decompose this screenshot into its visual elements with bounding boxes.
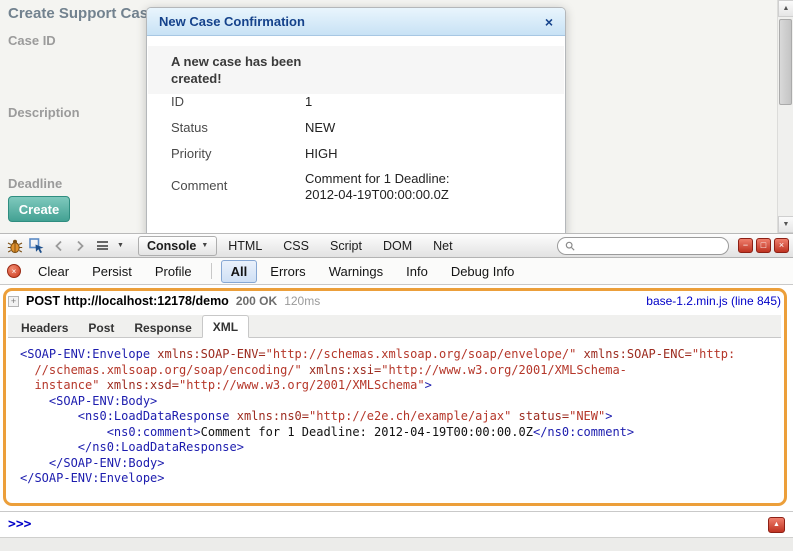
filter-all-button[interactable]: All bbox=[221, 260, 258, 283]
chevron-left-icon bbox=[54, 240, 63, 252]
net-request-row[interactable]: + POST http://localhost:12178/demo 200 O… bbox=[8, 292, 781, 310]
tab-dom[interactable]: DOM bbox=[373, 236, 422, 256]
chevron-right-icon bbox=[76, 240, 85, 252]
panel-dropdown-button[interactable]: ▼ bbox=[114, 236, 127, 256]
new-case-dialog: New Case Confirmation × A new case has b… bbox=[146, 7, 566, 233]
priority-value: HIGH bbox=[305, 146, 338, 162]
tab-console-label: Console bbox=[147, 239, 196, 253]
comment-value: Comment for 1 Deadline: 2012-04-19T00:00… bbox=[305, 171, 465, 203]
page-scrollbar: ▲ ▼ bbox=[777, 0, 793, 233]
tab-script[interactable]: Script bbox=[320, 236, 372, 256]
profile-button[interactable]: Profile bbox=[145, 260, 202, 283]
tab-console[interactable]: Console ▼ bbox=[138, 236, 217, 256]
request-status: 200 OK bbox=[236, 294, 277, 308]
scroll-up-icon[interactable]: ▲ bbox=[778, 0, 793, 17]
filter-warnings-button[interactable]: Warnings bbox=[319, 260, 393, 283]
command-prompt: >>> bbox=[8, 517, 31, 532]
priority-label: Priority bbox=[171, 146, 211, 161]
tab-css[interactable]: CSS bbox=[273, 236, 319, 256]
id-label: ID bbox=[171, 94, 184, 109]
firebug-toolbar: ▼ Console ▼ HTML CSS Script DOM Net − □ … bbox=[0, 233, 793, 258]
tab-html[interactable]: HTML bbox=[218, 236, 272, 256]
status-value: NEW bbox=[305, 120, 335, 136]
hamburger-icon bbox=[97, 241, 108, 250]
firebug-bug-icon bbox=[7, 238, 23, 254]
firebug-minimize-button[interactable]: − bbox=[738, 238, 753, 253]
scroll-down-icon[interactable]: ▼ bbox=[778, 216, 793, 233]
toolbar-separator bbox=[211, 263, 212, 279]
id-value: 1 bbox=[305, 94, 312, 110]
status-label: Status bbox=[171, 120, 208, 135]
page-title: Create Support Case bbox=[8, 5, 156, 22]
request-title: POST http://localhost:12178/demo bbox=[26, 294, 229, 308]
search-icon bbox=[565, 240, 575, 252]
browser-content: Create Support Case Case ID Description … bbox=[0, 0, 793, 551]
status-bar bbox=[0, 537, 793, 551]
net-detail-tabs: Headers Post Response XML bbox=[8, 315, 781, 338]
caret-down-icon: ▼ bbox=[201, 242, 208, 249]
case-id-label: Case ID bbox=[8, 33, 56, 48]
page-background: Create Support Case Case ID Description … bbox=[0, 0, 793, 233]
filter-info-button[interactable]: Info bbox=[396, 260, 438, 283]
request-time: 120ms bbox=[284, 294, 320, 308]
open-command-editor-button[interactable]: ▲ bbox=[768, 517, 785, 533]
dialog-title: New Case Confirmation bbox=[159, 14, 545, 29]
comment-label: Comment bbox=[171, 178, 227, 193]
caret-down-icon: ▼ bbox=[117, 242, 124, 249]
inspect-button[interactable] bbox=[26, 236, 47, 256]
inspect-icon bbox=[29, 238, 45, 254]
console-panel: + POST http://localhost:12178/demo 200 O… bbox=[0, 285, 793, 511]
filter-errors-button[interactable]: Errors bbox=[260, 260, 315, 283]
dialog-message: A new case has been created! bbox=[171, 53, 303, 87]
persist-button[interactable]: Persist bbox=[82, 260, 142, 283]
search-input[interactable] bbox=[579, 239, 721, 253]
expander-icon[interactable]: + bbox=[8, 296, 19, 307]
clear-button[interactable]: Clear bbox=[28, 260, 79, 283]
command-input[interactable] bbox=[39, 518, 760, 532]
dialog-header: New Case Confirmation × bbox=[147, 8, 565, 36]
back-button[interactable] bbox=[48, 236, 69, 256]
net-tab-headers[interactable]: Headers bbox=[11, 317, 78, 338]
firebug-menu-button[interactable] bbox=[4, 236, 25, 256]
console-filter-toolbar: × Clear Persist Profile All Errors Warni… bbox=[0, 258, 793, 285]
firebug-detach-button[interactable]: □ bbox=[756, 238, 771, 253]
deadline-label: Deadline bbox=[8, 176, 62, 191]
scrollbar-thumb[interactable] bbox=[779, 19, 792, 105]
create-button[interactable]: Create bbox=[8, 196, 70, 222]
source-link[interactable]: base-1.2.min.js (line 845) bbox=[646, 294, 781, 308]
command-line-bar: >>> ▲ bbox=[0, 511, 793, 537]
xml-code: <SOAP-ENV:Envelope xmlns:SOAP-ENV="http:… bbox=[20, 347, 783, 487]
break-on-errors-icon[interactable]: × bbox=[7, 264, 21, 278]
net-tab-post[interactable]: Post bbox=[78, 317, 124, 338]
panels-list-button[interactable] bbox=[92, 236, 113, 256]
filter-debug-button[interactable]: Debug Info bbox=[441, 260, 525, 283]
forward-button[interactable] bbox=[70, 236, 91, 256]
description-label: Description bbox=[8, 105, 80, 120]
firebug-close-button[interactable]: × bbox=[774, 238, 789, 253]
search-box bbox=[557, 237, 729, 255]
net-tab-response[interactable]: Response bbox=[124, 317, 201, 338]
net-tab-xml[interactable]: XML bbox=[202, 315, 249, 338]
tab-net[interactable]: Net bbox=[423, 236, 462, 256]
close-icon[interactable]: × bbox=[545, 15, 553, 29]
